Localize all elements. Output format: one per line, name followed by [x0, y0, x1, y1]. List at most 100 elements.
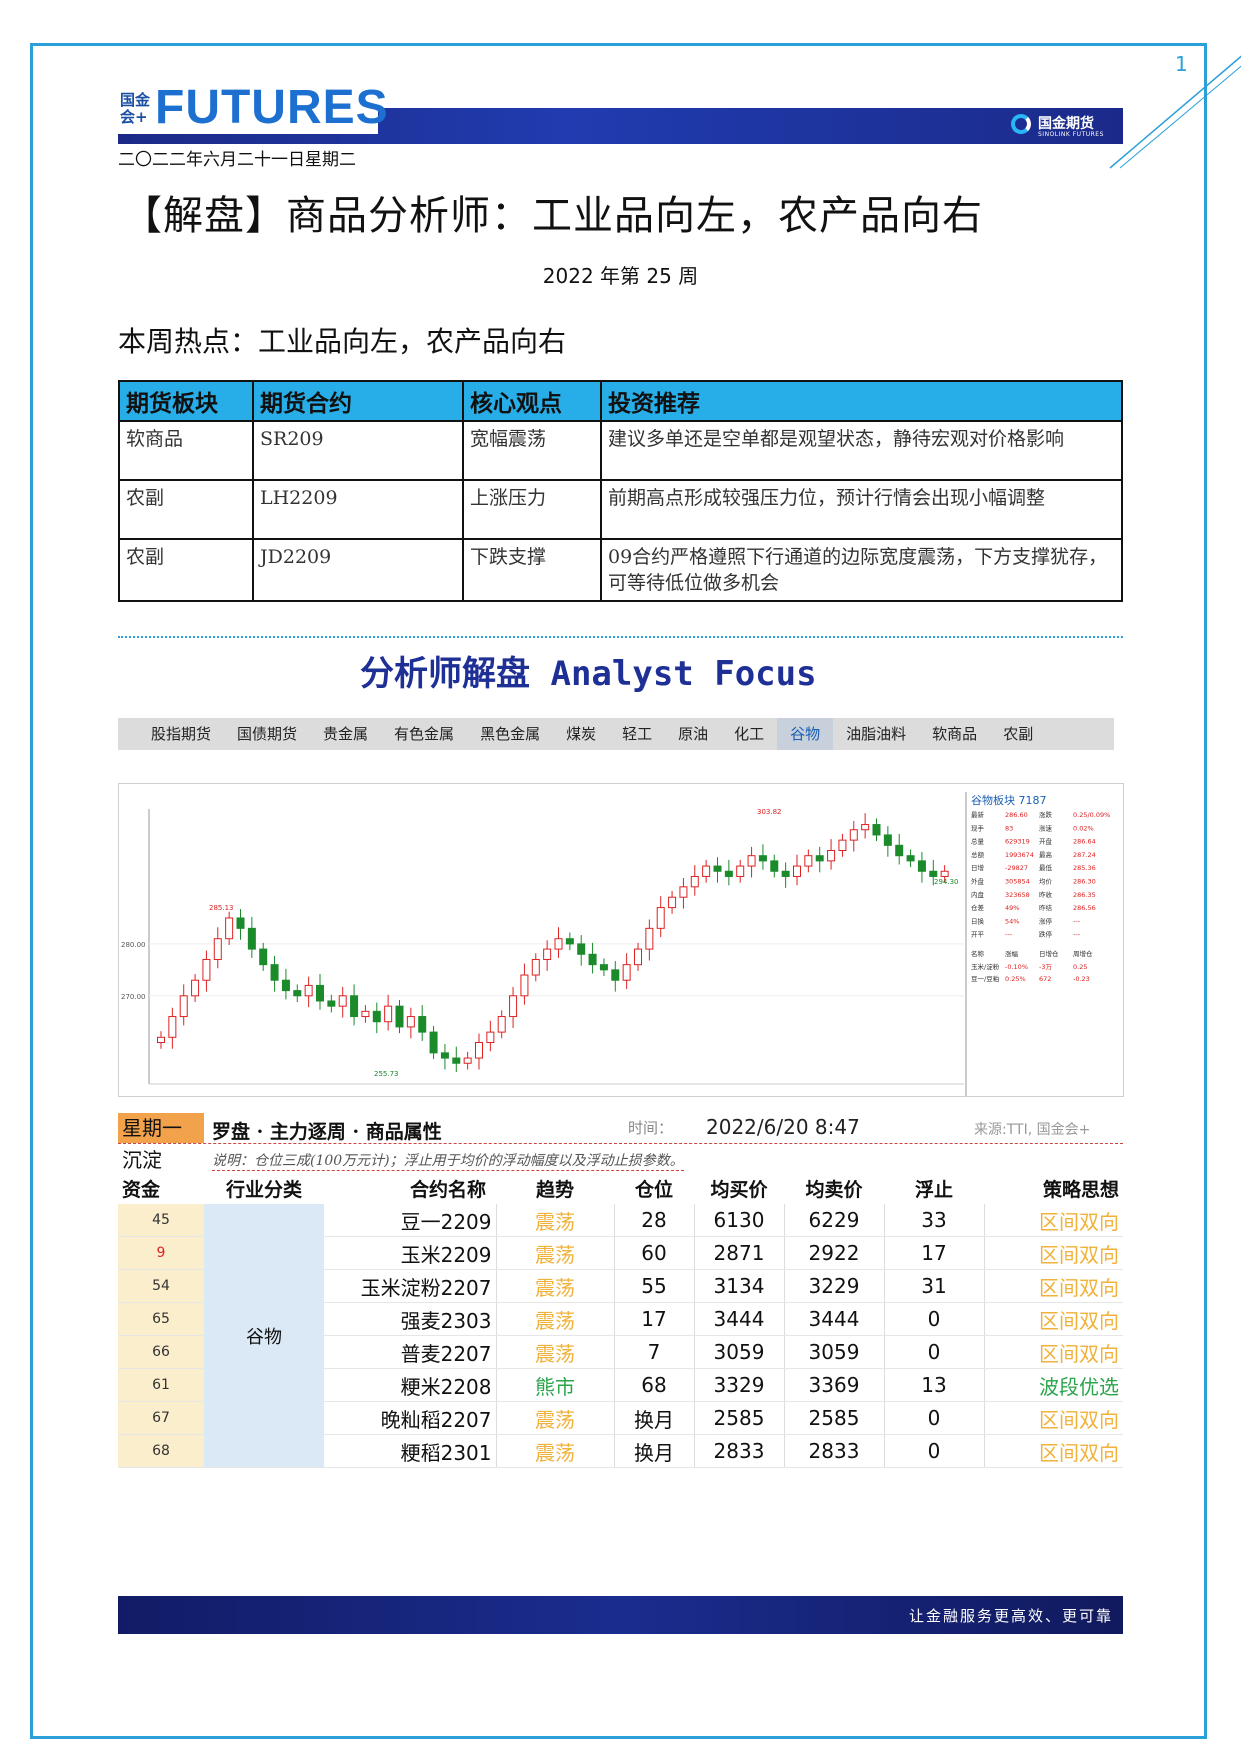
compass-header-row: 资金 行业分类 合约名称 趋势 仓位 均买价 均卖价 浮止 策略思想 [118, 1172, 1123, 1204]
candle-body [611, 969, 620, 981]
summary-cell: 上涨压力 [462, 479, 602, 540]
summary-header: 期货板块 [118, 380, 254, 422]
panel-cell: 内盘 [971, 890, 985, 899]
tab-9[interactable]: 谷物 [777, 718, 834, 750]
avg-sell-cell: 3059 [784, 1335, 885, 1369]
candle-body [758, 855, 767, 862]
panel-cell: 昨结 [1039, 903, 1053, 912]
candle-body [384, 1005, 393, 1023]
candle-body [747, 855, 756, 867]
candle-body [509, 995, 518, 1018]
brand-en: SINOLINK FUTURES [1038, 131, 1104, 138]
candle-body [452, 1057, 461, 1064]
avg-sell-cell: 2585 [784, 1401, 885, 1435]
summary-cell: SR209 [252, 420, 464, 481]
candle-body [645, 927, 654, 950]
position-cell: 7 [614, 1335, 695, 1369]
tab-1[interactable]: 国债期货 [224, 718, 310, 750]
col-header: 浮止 [914, 1178, 953, 1201]
tab-7[interactable]: 原油 [665, 718, 721, 750]
footer-slogan: 让金融服务更高效、更可靠 [908, 1607, 1113, 1625]
float-stop-cell: 33 [884, 1204, 985, 1237]
analyst-focus-cn: 分析师解盘 [360, 654, 530, 694]
avg-sell-cell: 3229 [784, 1269, 885, 1303]
candle-body [940, 870, 949, 877]
avg-buy-cell: 3329 [694, 1368, 785, 1402]
tab-0[interactable]: 股指期货 [138, 718, 224, 750]
col-header: 仓位 [634, 1178, 673, 1201]
panel-cell: 0.02% [1073, 824, 1094, 832]
panel-cell: 0.25/0.09% [1073, 811, 1110, 819]
summary-cell: 软商品 [118, 420, 254, 481]
candle-body [202, 958, 211, 981]
fund-cell: 65 [118, 1302, 204, 1336]
candle-body [338, 995, 347, 1007]
candle-body [883, 834, 892, 846]
float-stop-cell: 13 [884, 1368, 985, 1402]
summary-cell: LH2209 [252, 479, 464, 540]
tab-12[interactable]: 农副 [990, 718, 1046, 750]
summary-header-row: 期货板块 期货合约 核心观点 投资推荐 [118, 380, 1123, 422]
strategy-cell: 区间双向 [984, 1335, 1123, 1369]
panel-cell: 最新 [971, 810, 985, 819]
tab-3[interactable]: 有色金属 [381, 718, 467, 750]
candle-body [861, 824, 870, 831]
avg-buy-cell: 2871 [694, 1236, 785, 1270]
y-tick-label: 270.00 [121, 993, 146, 1001]
sector-tabs: 股指期货 国债期货 贵金属 有色金属 黑色金属 煤炭 轻工 原油 化工 谷物 油脂油料 软商品 农副 [118, 718, 1114, 750]
panel-subcell: -3万 [1039, 963, 1052, 971]
float-stop-cell: 31 [884, 1269, 985, 1303]
tab-8[interactable]: 化工 [721, 718, 777, 750]
candle-body [191, 979, 200, 997]
y-tick-label: 280.00 [121, 941, 146, 949]
panel-cell: 总量 [971, 837, 985, 846]
tab-4[interactable]: 黑色金属 [467, 718, 553, 750]
candle-body [815, 855, 824, 862]
chart-svg: 280.00 270.00 285.13 255.73 303.82 294.30 谷物板块… [121, 792, 1110, 1096]
brand-cn: 国金期货 [1038, 116, 1094, 132]
panel-subheader: 涨幅 [1005, 949, 1019, 958]
panel-title: 谷物板块 7187 [971, 793, 1047, 807]
panel-cell: 涨停 [1039, 916, 1053, 925]
trend-cell: 震荡 [496, 1434, 615, 1468]
candle-body [475, 1041, 483, 1059]
report-date: 二〇二二年六月二十一日星期二 [118, 150, 356, 170]
compass-title: 罗盘 · 主力逐周 · 商品属性 [212, 1121, 442, 1143]
summary-cell: JD2209 [252, 538, 464, 602]
summary-header: 投资推荐 [600, 380, 1123, 422]
candle-body [793, 865, 801, 877]
panel-cell: 83 [1005, 824, 1013, 832]
fund-cell: 54 [118, 1269, 204, 1303]
summary-cell: 农副 [118, 538, 254, 602]
candle-body [213, 938, 222, 960]
candlestick-chart: 280.00 270.00 285.13 255.73 303.82 294.30 谷物板块… [118, 783, 1124, 1097]
strategy-cell: 区间双向 [984, 1434, 1123, 1468]
candle-body [679, 886, 688, 898]
trend-cell: 震荡 [496, 1302, 615, 1336]
tab-11[interactable]: 软商品 [919, 718, 990, 750]
float-stop-cell: 0 [884, 1434, 985, 1468]
section-divider [118, 636, 1123, 638]
panel-cell: 287.24 [1073, 851, 1096, 859]
panel-cell: 日增 [971, 863, 984, 872]
fund-cell: 45 [118, 1204, 204, 1237]
candle-body [895, 844, 904, 857]
panel-subcell: 豆一/豆粕 [971, 974, 999, 983]
summary-row: 农副 LH2209 上涨压力 前期高点形成较强压力位，预计行情会出现小幅调整 [118, 479, 1123, 540]
candle-body [350, 995, 359, 1018]
tab-6[interactable]: 轻工 [609, 718, 665, 750]
candle-body [520, 974, 529, 997]
candle-body [440, 1052, 449, 1059]
candle-body [588, 953, 597, 966]
contract-name-cell: 普麦2207 [324, 1335, 497, 1369]
tab-5[interactable]: 煤炭 [553, 718, 609, 750]
tab-2[interactable]: 贵金属 [310, 718, 381, 750]
tab-10[interactable]: 油脂油料 [833, 718, 919, 750]
panel-cell: 最高 [1039, 850, 1053, 859]
candle-body [293, 990, 302, 997]
panel-cell: -29827 [1005, 864, 1028, 872]
panel-cell: 仓差 [971, 903, 985, 912]
avg-sell-cell: 2833 [784, 1434, 885, 1468]
panel-cell: 1993674 [1005, 851, 1034, 859]
panel-subcell: 0.25% [1005, 975, 1026, 983]
